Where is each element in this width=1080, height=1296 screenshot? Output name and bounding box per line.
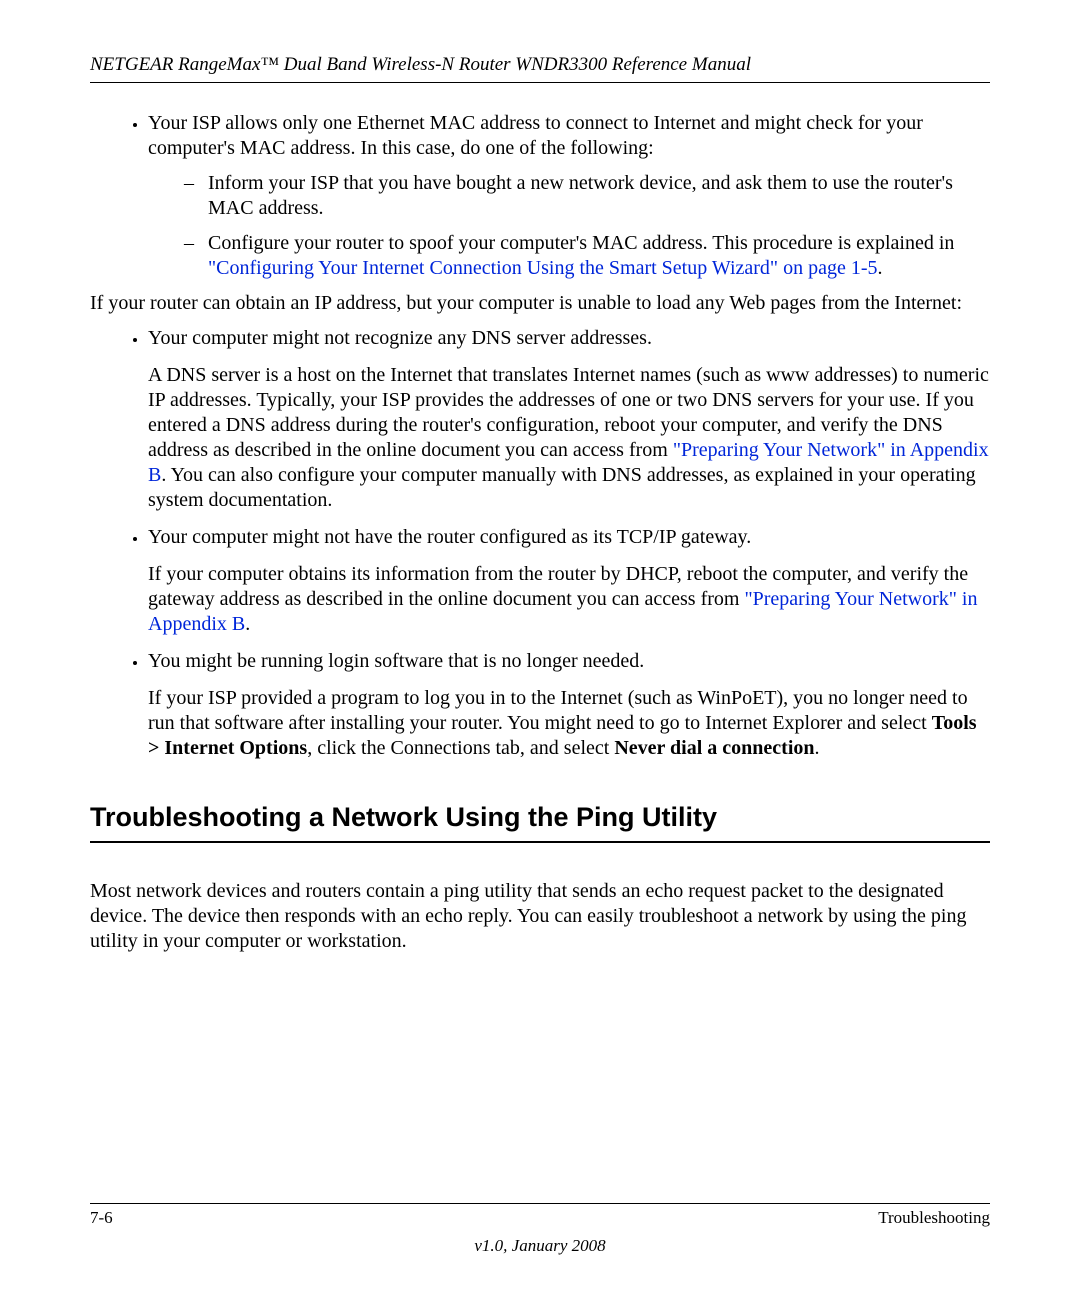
- page-footer: 7-6 Troubleshooting v1.0, January 2008: [90, 1203, 990, 1256]
- footer-section: Troubleshooting: [878, 1208, 990, 1228]
- list-item: You might be running login software that…: [148, 649, 990, 761]
- list-item: Your ISP allows only one Ethernet MAC ad…: [148, 111, 990, 281]
- text: . You can also configure your computer m…: [148, 464, 976, 511]
- list-item: Your computer might not have the router …: [148, 525, 990, 637]
- section-heading: Troubleshooting a Network Using the Ping…: [90, 801, 990, 843]
- list-paragraph: A DNS server is a host on the Internet t…: [148, 363, 990, 513]
- footer-version: v1.0, January 2008: [90, 1236, 990, 1256]
- bullet-text: You might be running login software that…: [148, 650, 644, 672]
- bullet-text: Your computer might not have the router …: [148, 526, 751, 548]
- dash-item: Configure your router to spoof your comp…: [184, 231, 990, 281]
- dash-item: Inform your ISP that you have bought a n…: [184, 171, 990, 221]
- bullet-text: Your ISP allows only one Ethernet MAC ad…: [148, 112, 923, 159]
- list-paragraph: If your ISP provided a program to log yo…: [148, 686, 990, 761]
- page-number: 7-6: [90, 1208, 113, 1228]
- dash-text: Configure your router to spoof your comp…: [208, 232, 954, 254]
- dash-text: Inform your ISP that you have bought a n…: [208, 172, 953, 219]
- text: .: [245, 613, 250, 635]
- text: .: [815, 737, 820, 759]
- dash-text: .: [878, 257, 883, 279]
- running-header: NETGEAR RangeMax™ Dual Band Wireless-N R…: [90, 54, 990, 83]
- bold-text: Never dial a connection: [614, 737, 814, 759]
- list-paragraph: If your computer obtains its information…: [148, 562, 990, 637]
- list-item: Your computer might not recognize any DN…: [148, 326, 990, 513]
- bullet-text: Your computer might not recognize any DN…: [148, 327, 652, 349]
- text: If your ISP provided a program to log yo…: [148, 687, 968, 734]
- paragraph: If your router can obtain an IP address,…: [90, 291, 990, 316]
- body-content: Your ISP allows only one Ethernet MAC ad…: [90, 111, 990, 954]
- text: , click the Connections tab, and select: [307, 737, 614, 759]
- cross-reference-link[interactable]: "Configuring Your Internet Connection Us…: [208, 257, 878, 279]
- paragraph: Most network devices and routers contain…: [90, 879, 990, 954]
- document-page: NETGEAR RangeMax™ Dual Band Wireless-N R…: [0, 0, 1080, 1296]
